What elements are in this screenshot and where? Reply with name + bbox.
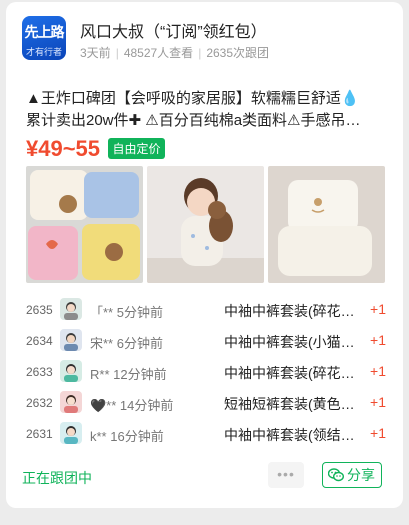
avatar[interactable] [60,298,82,320]
child-with-teddy-bear-photo[interactable] [147,166,264,283]
group-meta: 3天前 | 48527人查看 | 2635次跟团 [80,46,270,60]
order-item: 短袖短裤套装(黄色… [224,396,355,412]
following-status: 正在跟团中 [22,470,92,486]
order-number: 2633 [26,365,53,379]
wechat-icon [328,468,344,482]
order-quantity: +1 [370,394,386,410]
posted-time: 3天前 [80,46,111,60]
order-item: 中袖中裤套装(碎花… [224,303,355,319]
order-row[interactable]: 2632 🖤** 14分钟前 短袖短裤套装(黄色… +1 [26,389,396,420]
free-pricing-tag: 自由定价 [108,137,165,159]
kids-clothing-photo[interactable] [26,166,143,283]
order-user-time: 宋** 6分钟前 [90,336,163,351]
order-item: 中袖中裤套装(碎花… [224,365,355,381]
view-count: 48527人查看 [123,46,194,60]
order-quantity: +1 [370,425,386,441]
group-title[interactable]: 风口大叔（“订阅”领红包） [80,18,267,42]
order-user-time: 🖤** 14分钟前 [90,398,174,413]
order-row[interactable]: 2633 R** 12分钟前 中袖中裤套装(碎花… +1 [26,358,396,389]
avatar[interactable] [60,422,82,444]
order-number: 2632 [26,396,53,410]
order-row[interactable]: 2635 「** 5分钟前 中袖中裤套装(碎花… +1 [26,296,396,327]
order-row[interactable]: 2634 宋** 6分钟前 中袖中裤套装(小猫… +1 [26,327,396,358]
order-number: 2634 [26,334,53,348]
logo-subtext: 才有行者 [25,47,62,57]
logo-text: 先上路 [24,24,65,40]
order-user-time: R** 12分钟前 [90,367,167,382]
order-item: 中袖中裤套装(小猫… [224,334,355,350]
order-number: 2631 [26,427,53,441]
group-avatar[interactable]: 先上路 才有行者 [22,16,66,60]
share-button[interactable]: 分享 [322,462,382,488]
description-line-2: 累计卖出20w件✚ ⚠百分百纯棉a类面料⚠手感吊… [26,112,361,129]
order-quantity: +1 [370,301,386,317]
price-range: ¥49~55 [26,136,101,161]
order-item: 中袖中裤套装(领结… [224,427,355,443]
price-row: ¥49~55 自由定价 [26,136,165,162]
order-row[interactable]: 2631 k** 16分钟前 中袖中裤套装(领结… +1 [26,420,396,451]
order-user-time: k** 16分钟前 [90,429,164,444]
card-footer: 正在跟团中 ••• 分享 [6,462,403,492]
recent-orders-list: 2635 「** 5分钟前 中袖中裤套装(碎花… +1 2634 宋** 6分钟… [26,296,396,451]
description-line-1: ▲王炸口碑团【会呼吸的家居服】软糯糯巨舒适💧 [26,90,360,107]
product-description[interactable]: ▲王炸口碑团【会呼吸的家居服】软糯糯巨舒适💧 累计卖出20w件✚ ⚠百分百纯棉a… [26,88,391,132]
join-count: 2635次跟团 [206,46,270,60]
avatar[interactable] [60,391,82,413]
avatar[interactable] [60,329,82,351]
avatar[interactable] [60,360,82,382]
order-number: 2635 [26,303,53,317]
group-header: 先上路 才有行者 风口大叔（“订阅”领红包） 3天前 | 48527人查看 | 2635… [18,16,395,66]
share-label: 分享 [347,467,375,483]
order-quantity: +1 [370,363,386,379]
group-buy-card[interactable]: 先上路 才有行者 风口大叔（“订阅”领红包） 3天前 | 48527人查看 | 2635… [6,2,403,508]
more-button[interactable]: ••• [268,462,304,488]
order-quantity: +1 [370,332,386,348]
white-pajamas-photo[interactable] [268,166,385,283]
product-photos [26,166,386,283]
order-user-time: 「** 5分钟前 [90,305,163,320]
